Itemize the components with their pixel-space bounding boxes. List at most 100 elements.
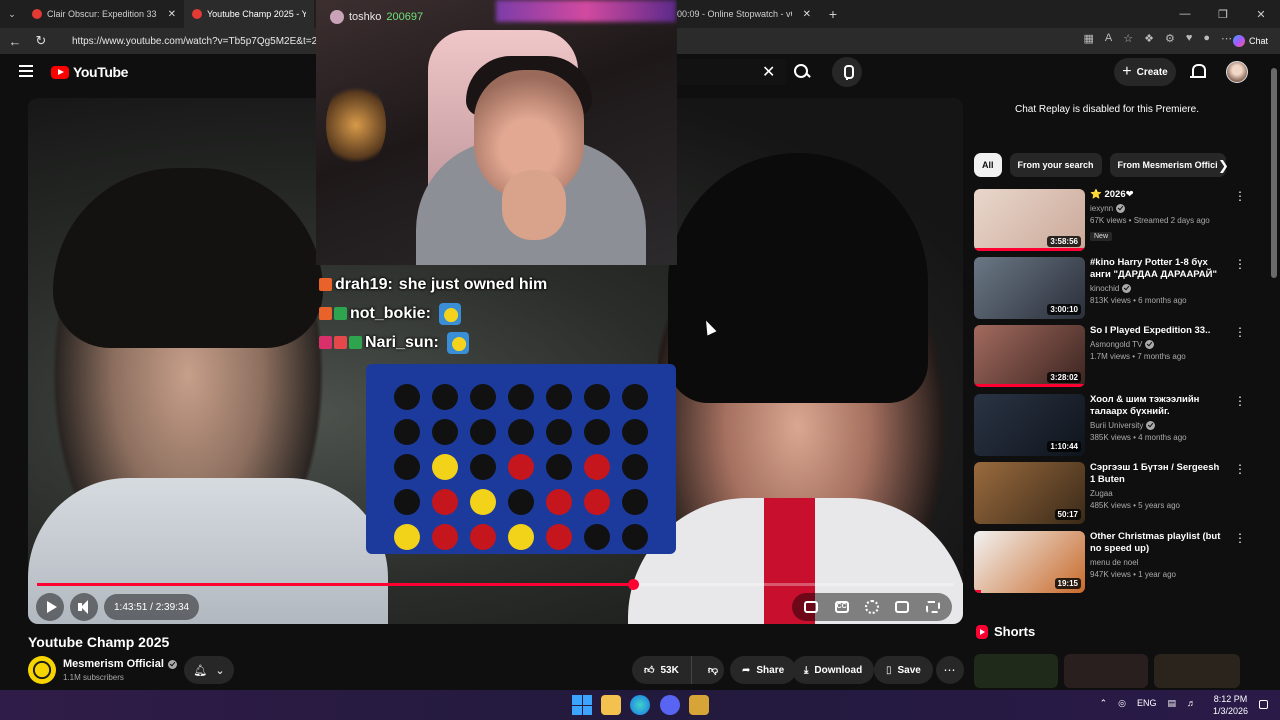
short-thumbnail[interactable] (1154, 654, 1240, 688)
recommended-video[interactable]: 3:00:10 #kino Harry Potter 1-8 бүх анги "… (974, 257, 1246, 321)
video-title[interactable]: Хоол & шим тэжээлийн талаарх бүхнийг. (1090, 394, 1224, 418)
video-title[interactable]: Сэргээш 1 Бүтэн / Sergeesh 1 Buten (1090, 462, 1224, 486)
progress-bar[interactable] (37, 579, 954, 590)
more-options-icon[interactable]: ⋮ (1234, 325, 1246, 339)
notifications-bell-icon[interactable] (1190, 63, 1206, 81)
tab-list-button[interactable]: ⌄ (0, 0, 24, 28)
microphone-icon[interactable] (832, 57, 862, 87)
extension-icon[interactable]: ❖ (1144, 32, 1154, 45)
chip-from-your-search[interactable]: From your search (1009, 153, 1102, 177)
more-options-icon[interactable]: ⋮ (1234, 189, 1246, 203)
video-thumbnail[interactable]: 3:28:02 (974, 325, 1085, 387)
save-button[interactable]: ▯ Save (874, 656, 933, 684)
video-title[interactable]: ⭐ 2026❤ (1090, 189, 1224, 201)
chip-from-channel[interactable]: From Mesmerism Offici (1109, 153, 1226, 177)
video-thumbnail[interactable]: 19:15 (974, 531, 1085, 593)
page-scrollbar[interactable] (1268, 54, 1280, 690)
scrollbar-thumb[interactable] (1271, 68, 1277, 278)
video-title[interactable]: Other Christmas playlist (but no speed u… (1090, 531, 1224, 555)
discord-icon[interactable] (660, 695, 680, 715)
webcam-nameplate: toshko 200697 (330, 10, 423, 24)
volume-button[interactable] (70, 593, 98, 621)
edge-browser-icon[interactable] (630, 695, 650, 715)
microphone-tray-icon[interactable]: ◎ (1118, 698, 1126, 709)
close-window-icon[interactable]: ✕ (1242, 0, 1280, 28)
channel-avatar[interactable] (28, 656, 56, 684)
channel-name[interactable]: iexynn (1090, 204, 1113, 213)
windows-start-icon[interactable] (572, 695, 592, 715)
channel-name[interactable]: menu de noel (1090, 558, 1138, 567)
close-tab-icon[interactable]: ✕ (168, 9, 176, 20)
like-button[interactable]: 👍︎ 53K (632, 656, 692, 684)
clear-search-icon[interactable]: ✕ (762, 62, 775, 82)
app-available-icon[interactable]: ▦ (1083, 32, 1093, 45)
favorite-star-icon[interactable]: ☆ (1123, 32, 1133, 45)
volume-icon[interactable]: ♬ (1187, 698, 1196, 709)
subtitles-icon[interactable]: CC (834, 601, 849, 613)
browser-essentials-icon[interactable]: ♥ (1186, 32, 1193, 45)
close-tab-icon[interactable]: ✕ (803, 9, 811, 20)
file-explorer-icon[interactable] (601, 695, 621, 715)
tab-online-stopwatch[interactable]: 00:09 - Online Stopwatch - vClock ✕ (669, 0, 819, 28)
language-indicator[interactable]: ENG (1137, 698, 1157, 709)
more-actions-button[interactable]: ⋯ (936, 656, 964, 684)
tab-clair-obscur[interactable]: Clair Obscur: Expedition 33 (C ✕ (24, 0, 184, 28)
address-bar[interactable]: https://www.youtube.com/watch?v=Tb5p7Qg5… (72, 32, 322, 50)
taskbar-clock[interactable]: 8:12 PM 1/3/2026 (1213, 693, 1248, 717)
app-icon[interactable] (689, 695, 709, 715)
video-thumbnail[interactable]: 3:00:10 (974, 257, 1085, 319)
chip-all[interactable]: All (974, 153, 1002, 177)
video-title[interactable]: #kino Harry Potter 1-8 бүх анги "ДАРДАА … (1090, 257, 1224, 281)
extensions-puzzle-icon[interactable]: ⚙ (1165, 32, 1175, 45)
channel-name[interactable]: Asmongold TV (1090, 340, 1142, 349)
minimize-icon[interactable]: — (1166, 0, 1204, 28)
recommended-video[interactable]: 50:17 Сэргээш 1 Бүтэн / Sergeesh 1 Buten Z… (974, 462, 1246, 526)
channel-name[interactable]: Mesmerism Official (63, 658, 177, 670)
youtube-logo[interactable]: YouTube (51, 64, 128, 80)
settings-gear-icon[interactable] (864, 600, 879, 614)
read-aloud-icon[interactable]: A (1105, 32, 1112, 45)
dislike-button[interactable]: 👎︎ (698, 656, 728, 684)
tray-overflow-chevron-icon[interactable]: ⌃ (1100, 698, 1108, 709)
more-options-icon[interactable]: ⋮ (1234, 462, 1246, 476)
video-thumbnail[interactable]: 50:17 (974, 462, 1085, 524)
subscription-notification-button[interactable]: 🔔︎ ⌄ (184, 656, 234, 684)
chevron-right-icon[interactable]: ❯ (1218, 158, 1229, 174)
share-button[interactable]: ➦ Share (730, 656, 797, 684)
tab-youtube-champ[interactable]: Youtube Champ 2025 - YouTub (184, 0, 314, 28)
more-options-icon[interactable]: ⋮ (1234, 531, 1246, 545)
recommended-video[interactable]: 3:28:02 So I Played Expedition 33.. Asmong… (974, 325, 1246, 389)
recommended-video[interactable]: 1:10:44 Хоол & шим тэжээлийн талаарх бүхн… (974, 394, 1246, 458)
short-thumbnail[interactable] (1064, 654, 1148, 688)
restore-icon[interactable]: ❐ (1204, 0, 1242, 28)
video-title[interactable]: So I Played Expedition 33.. (1090, 325, 1224, 337)
account-avatar[interactable] (1226, 61, 1248, 83)
back-arrow-icon[interactable]: ← (2, 28, 28, 54)
recommended-video[interactable]: 3:58:56 ⭐ 2026❤ iexynn 67K views • Streamed… (974, 189, 1246, 253)
autoplay-toggle-icon[interactable] (804, 601, 819, 613)
more-options-icon[interactable]: ⋮ (1234, 257, 1246, 271)
video-thumbnail[interactable]: 1:10:44 (974, 394, 1085, 456)
scrubber-handle[interactable] (628, 579, 640, 590)
fullscreen-icon[interactable] (925, 601, 940, 613)
new-tab-button[interactable]: + (819, 0, 847, 28)
more-options-icon[interactable]: ⋮ (1234, 394, 1246, 408)
network-icon[interactable]: ▤ (1167, 698, 1176, 709)
download-button[interactable]: ⤓ Download (792, 656, 875, 684)
channel-name[interactable]: kinochid (1090, 284, 1119, 293)
theater-mode-icon[interactable] (895, 601, 910, 613)
notification-center-icon[interactable] (1259, 700, 1268, 709)
profile-icon[interactable]: ● (1203, 32, 1210, 45)
recommended-video[interactable]: 19:15 Other Christmas playlist (but no sp… (974, 531, 1246, 595)
search-icon[interactable] (792, 62, 812, 82)
watch-progress-bar (974, 384, 1085, 387)
menu-icon[interactable] (19, 65, 33, 77)
video-thumbnail[interactable]: 3:58:56 (974, 189, 1085, 251)
channel-name[interactable]: Zugaa (1090, 489, 1113, 498)
channel-name[interactable]: Burii University (1090, 421, 1143, 430)
short-thumbnail[interactable] (974, 654, 1058, 688)
copilot-chat-button[interactable]: Chat (1227, 31, 1274, 51)
create-button[interactable]: + Create (1114, 58, 1176, 86)
refresh-icon[interactable]: ↻ (28, 28, 54, 54)
play-button[interactable] (36, 593, 64, 621)
